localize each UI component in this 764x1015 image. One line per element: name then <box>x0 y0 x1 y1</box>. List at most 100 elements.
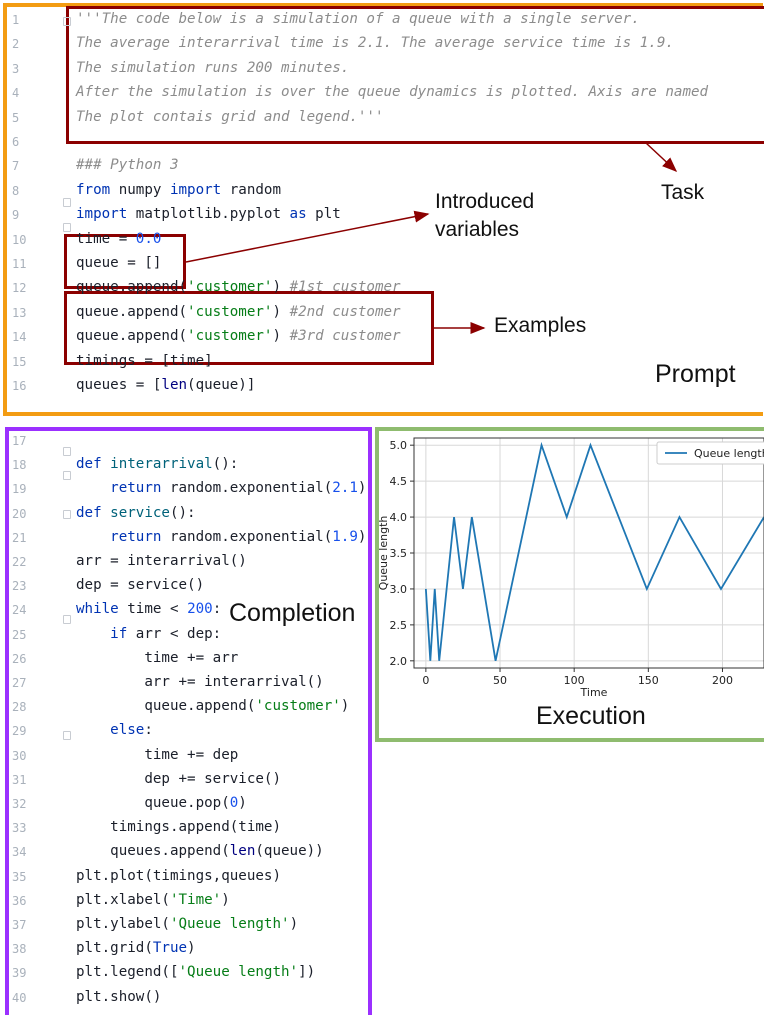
code-token: The plot contais grid and legend.''' <box>76 108 384 125</box>
code-line: plt.ylabel('Queue length') <box>76 916 298 932</box>
code-line: plt.grid(True) <box>76 940 196 956</box>
code-token: #2nd customer <box>289 303 401 320</box>
code-token: len <box>229 843 256 860</box>
code-token: dep += service() <box>76 770 281 787</box>
y-tick-label: 3.0 <box>390 583 408 596</box>
code-token: 200 <box>187 601 213 618</box>
line-number: 5 <box>12 110 20 125</box>
task-label: Task <box>661 181 705 204</box>
line-number: 32 <box>12 797 27 811</box>
line-number: 6 <box>12 135 20 149</box>
code-token: ) <box>221 891 230 908</box>
fold-marker-icon[interactable] <box>63 447 71 456</box>
code-token: queue.append( <box>76 303 188 320</box>
line-number: 26 <box>12 651 27 666</box>
code-line: queue.append('customer') #3rd customer <box>76 328 401 344</box>
line-number: 34 <box>12 845 27 860</box>
code-token: : <box>212 601 222 618</box>
code-token: timings = [time] <box>76 352 213 369</box>
code-token: queues = [ <box>76 377 162 393</box>
code-line: plt.xlabel('Time') <box>76 892 230 908</box>
code-token: 'Time' <box>169 891 222 908</box>
code-token: (): <box>169 504 196 521</box>
line-number: 40 <box>12 990 27 1005</box>
y-tick-label: 3.5 <box>390 547 408 560</box>
code-token: 1.9 <box>332 528 358 545</box>
code-token: random.exponential( <box>161 528 333 545</box>
code-token: 'customer' <box>187 279 273 296</box>
code-line: def service(): <box>76 505 196 521</box>
fold-marker-icon[interactable] <box>63 223 71 232</box>
fold-marker-icon[interactable] <box>63 615 71 624</box>
code-line: if arr < dep: <box>76 626 221 642</box>
code-line: queue = [] <box>76 255 161 271</box>
code-token: from <box>76 181 111 198</box>
code-token: return <box>110 528 162 545</box>
line-number: 19 <box>12 482 27 497</box>
code-token: def <box>76 456 102 473</box>
line-number: 24 <box>12 603 27 618</box>
code-line: arr += interarrival() <box>76 674 323 690</box>
code-line: from numpy import random <box>76 182 281 198</box>
code-token: ]) <box>298 964 316 981</box>
code-token: matplotlib.pyplot <box>127 206 290 223</box>
code-token: #1st customer <box>289 279 401 296</box>
x-axis-label: Time <box>580 686 608 699</box>
code-line: queues = [len(queue)] <box>76 377 255 393</box>
code-token: The average interarrival time is 2.1. Th… <box>76 35 674 52</box>
code-token: time < <box>118 601 188 618</box>
queue-length-chart: 0 50 100 150 2002.02.53.03.54.04.55.0TimeQue… <box>377 437 764 699</box>
fold-marker-icon[interactable] <box>63 198 71 207</box>
chart-axes: 0 50 100 150 2002.02.53.03.54.04.55.0TimeQue… <box>377 437 764 699</box>
code-token: queue.append( <box>76 328 188 345</box>
code-token: ) <box>238 795 247 811</box>
line-number: 3 <box>12 61 20 76</box>
code-line: import matplotlib.pyplot as plt <box>76 206 341 222</box>
line-number: 31 <box>12 772 27 787</box>
fold-marker-icon[interactable] <box>63 471 71 480</box>
code-token: plt.legend([ <box>76 964 179 981</box>
line-number: 33 <box>12 821 27 836</box>
line-number: 12 <box>12 281 27 296</box>
code-token: queues.append( <box>76 843 230 860</box>
code-line: def interarrival(): <box>76 456 238 472</box>
code-token: import <box>169 181 222 198</box>
line-number: 8 <box>12 183 20 198</box>
code-line: After the simulation is over the queue d… <box>76 84 708 100</box>
code-line: while time < 200: <box>76 601 221 617</box>
code-line: time = 0.0 <box>76 231 161 247</box>
code-line: The simulation runs 200 minutes. <box>76 60 349 76</box>
code-token: '''The code below is a simulation of a q… <box>76 11 640 27</box>
code-token: The simulation runs 200 minutes. <box>76 59 350 76</box>
code-token: queue.pop( <box>76 795 230 811</box>
line-number: 38 <box>12 942 27 957</box>
line-number: 36 <box>12 893 27 908</box>
code-token: plt <box>306 206 341 223</box>
code-token: #3rd customer <box>289 328 401 345</box>
line-number: 11 <box>12 257 27 271</box>
code-token: import <box>76 206 128 223</box>
code-token: numpy <box>110 181 170 198</box>
code-token: time += arr <box>76 649 239 666</box>
code-line: queue.append('customer') #1st customer <box>76 279 401 295</box>
examples-label: Examples <box>494 314 587 337</box>
code-token: 'Queue length' <box>178 964 299 981</box>
code-token: queue = [] <box>76 255 162 271</box>
code-token: 0.0 <box>135 230 162 247</box>
code-token: queue.append( <box>76 698 256 715</box>
code-token: 'customer' <box>255 698 341 715</box>
fold-marker-icon[interactable] <box>63 731 71 740</box>
code-token: 0 <box>229 795 239 811</box>
code-token: ) <box>272 303 290 320</box>
y-tick-label: 4.0 <box>390 511 408 524</box>
code-token: time = <box>76 230 136 247</box>
code-line: plt.plot(timings,queues) <box>76 868 281 884</box>
fold-marker-icon[interactable] <box>63 510 71 519</box>
code-token: : <box>144 722 153 739</box>
y-tick-label: 5.0 <box>390 439 408 452</box>
fold-marker-icon[interactable] <box>63 17 71 26</box>
code-token: ) <box>357 528 367 545</box>
code-line: time += dep <box>76 747 238 763</box>
